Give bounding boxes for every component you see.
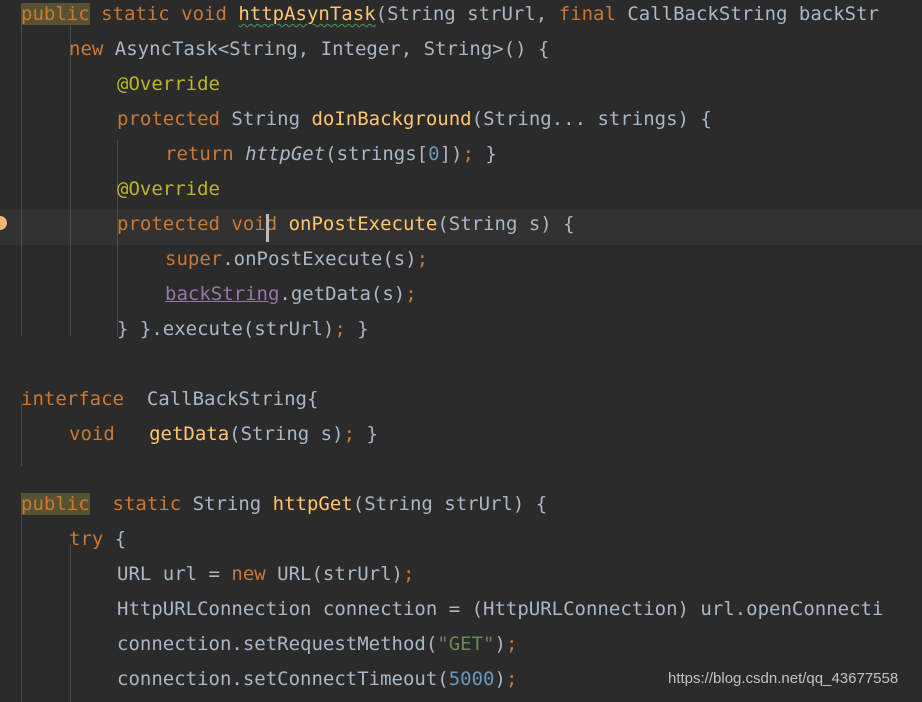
code-token: URL url = bbox=[117, 563, 232, 585]
code-token: static bbox=[89, 3, 182, 25]
code-token: @Override bbox=[117, 178, 220, 200]
code-line[interactable]: super.onPostExecute(s); bbox=[165, 242, 428, 277]
code-token: httpGet bbox=[245, 143, 326, 165]
code-token: try bbox=[69, 528, 115, 550]
code-text-layer[interactable]: public static void httpAsynTask(String s… bbox=[0, 0, 922, 702]
code-token: @Override bbox=[117, 73, 220, 95]
code-editor-canvas[interactable]: public static void httpAsynTask(String s… bbox=[0, 0, 922, 702]
code-line[interactable]: try { bbox=[69, 522, 126, 557]
code-token: HttpURLConnection connection = (HttpURLC… bbox=[117, 598, 884, 620]
code-line[interactable]: return httpGet(strings[0]); } bbox=[165, 137, 497, 172]
code-token: (String... strings) { bbox=[471, 108, 712, 130]
code-token: .onPostExecute(s) bbox=[222, 248, 417, 270]
code-line[interactable]: public static String httpGet(String strU… bbox=[21, 487, 547, 522]
code-token: ; bbox=[405, 283, 417, 305]
code-token: public bbox=[21, 3, 90, 25]
code-token: getData bbox=[149, 423, 230, 445]
code-token: ; bbox=[403, 563, 415, 585]
code-token: public bbox=[21, 493, 90, 515]
code-line[interactable]: @Override bbox=[117, 67, 220, 102]
code-token: CallBackString{ bbox=[135, 388, 319, 410]
code-line[interactable]: backString.getData(s); bbox=[165, 277, 417, 312]
code-token: URL(strUrl) bbox=[277, 563, 403, 585]
code-token: String bbox=[231, 108, 312, 130]
code-token: String bbox=[192, 493, 273, 515]
code-token: } bbox=[473, 143, 497, 165]
code-token: ; bbox=[416, 248, 429, 270]
code-token: ]) bbox=[439, 143, 463, 165]
code-token: ) bbox=[494, 633, 506, 655]
code-token: backString bbox=[165, 283, 280, 305]
code-token: ; bbox=[505, 633, 518, 655]
code-line[interactable]: void getData(String s); } bbox=[69, 417, 378, 452]
code-token: { bbox=[114, 528, 127, 550]
code-token: ( bbox=[375, 3, 388, 25]
code-line[interactable]: URL url = new URL(strUrl); bbox=[117, 557, 414, 592]
code-token: } bbox=[355, 423, 378, 445]
code-line[interactable]: interface CallBackString{ bbox=[21, 382, 318, 417]
code-token: } }.execute(strUrl) bbox=[117, 318, 335, 340]
code-token: } bbox=[345, 318, 369, 340]
code-token: String bbox=[387, 3, 456, 25]
code-line[interactable]: protected String doInBackground(String..… bbox=[117, 102, 712, 137]
code-token: connection.setRequestMethod( bbox=[117, 633, 438, 655]
code-token: AsyncTask<String, Integer, String>() { bbox=[114, 38, 550, 60]
code-token: strUrl, bbox=[455, 3, 559, 25]
code-token: protected bbox=[117, 213, 232, 235]
code-token: 5000 bbox=[448, 668, 495, 690]
code-token: static bbox=[89, 493, 193, 515]
code-token: connection.setConnectTimeout( bbox=[117, 668, 449, 690]
code-token: 0 bbox=[428, 143, 440, 165]
code-token: ; bbox=[505, 668, 518, 690]
code-token: (strings[ bbox=[325, 143, 429, 165]
code-token: (String strUrl) { bbox=[352, 493, 548, 515]
code-token: (String s) bbox=[229, 423, 344, 445]
code-line[interactable]: new AsyncTask<String, Integer, String>()… bbox=[69, 32, 549, 67]
code-token: ; bbox=[462, 143, 474, 165]
code-token: (String s) { bbox=[437, 213, 575, 235]
code-token: new bbox=[231, 563, 278, 585]
code-token: super bbox=[165, 248, 223, 270]
code-token: .getData(s) bbox=[279, 283, 406, 305]
code-token: httpGet bbox=[272, 493, 353, 515]
code-line[interactable]: @Override bbox=[117, 172, 220, 207]
code-token: interface bbox=[21, 388, 136, 410]
code-token: "GET" bbox=[437, 633, 495, 655]
code-token: CallBackString backStr bbox=[627, 3, 879, 25]
code-line[interactable]: HttpURLConnection connection = (HttpURLC… bbox=[117, 592, 883, 627]
code-token: return bbox=[165, 143, 246, 165]
code-token: doInBackground bbox=[311, 108, 472, 130]
code-token: ) bbox=[494, 668, 506, 690]
code-token: protected bbox=[117, 108, 232, 130]
code-line[interactable]: connection.setConnectTimeout(5000); bbox=[117, 662, 517, 697]
code-line[interactable]: protected void onPostExecute(String s) { bbox=[117, 207, 575, 242]
code-line[interactable]: } }.execute(strUrl); } bbox=[117, 312, 369, 347]
code-token: void bbox=[69, 423, 127, 445]
code-token: new bbox=[69, 38, 115, 60]
text-caret bbox=[265, 214, 269, 242]
code-token: void bbox=[231, 213, 289, 235]
watermark-url: https://blog.csdn.net/qq_43677558 bbox=[668, 670, 899, 687]
code-token: ; bbox=[343, 423, 356, 445]
code-line[interactable]: public static void httpAsynTask(String s… bbox=[21, 0, 879, 32]
code-token: onPostExecute bbox=[288, 213, 438, 235]
code-line[interactable]: connection.setRequestMethod("GET"); bbox=[117, 627, 517, 662]
code-token: final bbox=[558, 3, 628, 25]
code-token: ; bbox=[334, 318, 346, 340]
code-token: httpAsynTask bbox=[238, 3, 376, 25]
code-token: void bbox=[181, 3, 239, 25]
